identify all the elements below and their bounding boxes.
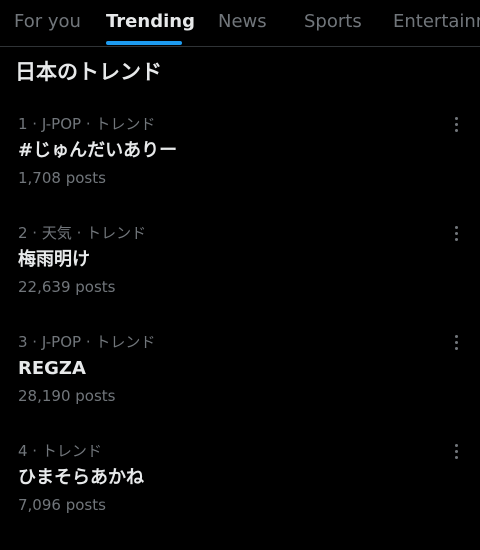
trend-item[interactable]: 3 · J-POP · トレンド REGZA 28,190 posts <box>0 332 480 441</box>
tab-news[interactable]: News <box>218 11 267 33</box>
trend-item[interactable]: 2 · 天気 · トレンド 梅雨明け 22,639 posts <box>0 223 480 332</box>
trend-post-count: 7,096 posts <box>18 496 106 514</box>
tab-trending[interactable]: Trending <box>106 11 195 33</box>
trend-post-count: 28,190 posts <box>18 387 116 405</box>
trend-meta: 4 · トレンド <box>18 442 102 460</box>
more-options-button[interactable] <box>448 223 466 243</box>
trend-name: 梅雨明け <box>18 249 90 270</box>
trend-meta: 1 · J-POP · トレンド <box>18 115 156 133</box>
tab-bar: For you Trending News Sports Entertainme… <box>0 0 480 47</box>
trend-post-count: 1,708 posts <box>18 169 106 187</box>
tab-for-you[interactable]: For you <box>14 11 81 33</box>
active-tab-indicator <box>106 41 182 45</box>
more-options-button[interactable] <box>448 114 466 134</box>
tab-entertainment[interactable]: Entertainment <box>393 11 480 33</box>
section-title: 日本のトレンド <box>15 60 162 84</box>
trend-name: ひまそらあかね <box>18 467 144 488</box>
tab-sports[interactable]: Sports <box>304 11 362 33</box>
trend-name: REGZA <box>18 358 86 379</box>
trend-post-count: 22,639 posts <box>18 278 116 296</box>
trend-meta: 2 · 天気 · トレンド <box>18 224 147 242</box>
trend-meta: 3 · J-POP · トレンド <box>18 333 156 351</box>
trend-item[interactable]: 4 · トレンド ひまそらあかね 7,096 posts <box>0 441 480 550</box>
trend-item[interactable]: 1 · J-POP · トレンド #じゅんだいありー 1,708 posts <box>0 114 480 223</box>
more-options-button[interactable] <box>448 441 466 461</box>
trend-name: #じゅんだいありー <box>18 140 178 161</box>
more-options-button[interactable] <box>448 332 466 352</box>
